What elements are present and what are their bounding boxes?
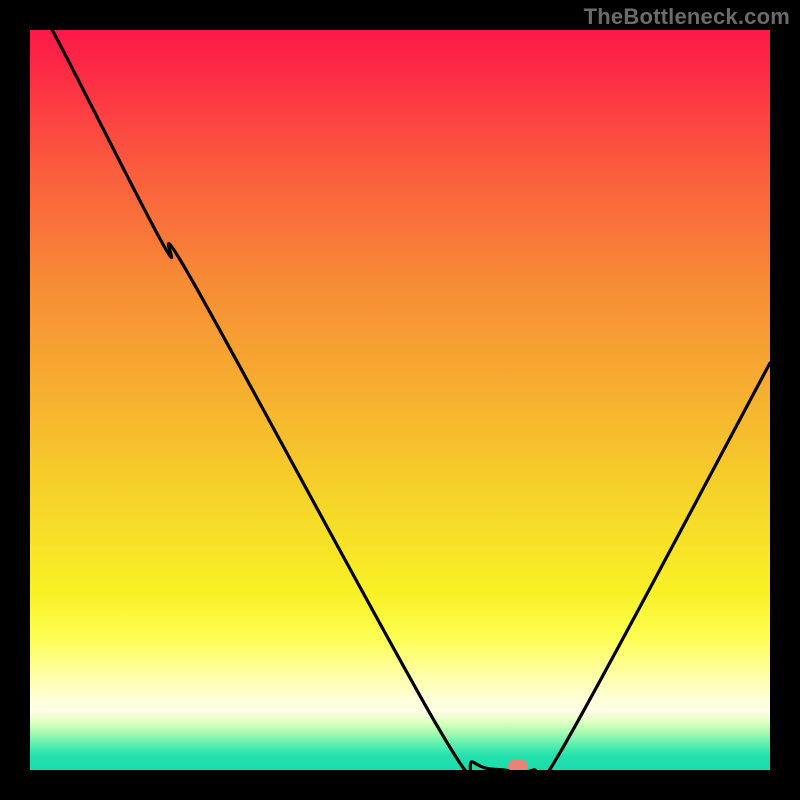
optimal-point-marker (508, 760, 528, 770)
watermark-text: TheBottleneck.com (584, 4, 790, 30)
bottleneck-curve (30, 30, 770, 770)
chart-frame: TheBottleneck.com (0, 0, 800, 800)
plot-area (30, 30, 770, 770)
